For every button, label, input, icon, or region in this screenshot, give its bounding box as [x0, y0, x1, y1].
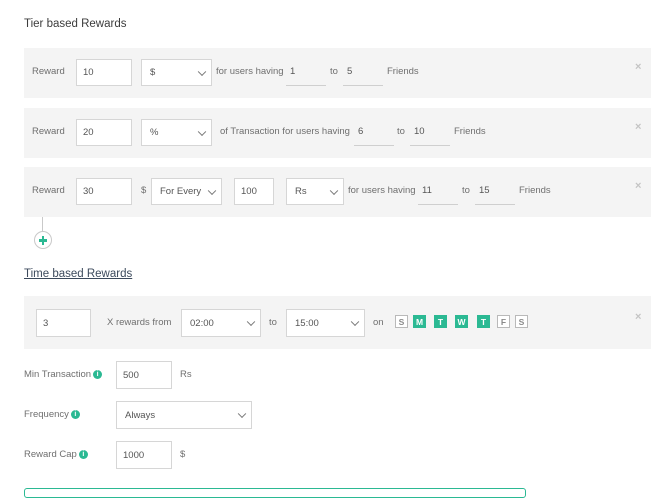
from-friends-input[interactable]: 11	[418, 180, 458, 205]
from-friends-input[interactable]: 6	[354, 121, 394, 146]
reward-cap-unit: $	[180, 449, 186, 460]
time-rewards-title[interactable]: Time based Rewards	[24, 268, 132, 280]
users-having-text: for users having	[216, 66, 284, 77]
chevron-down-icon	[329, 186, 339, 195]
per-value-input[interactable]: 100	[234, 178, 274, 205]
to-label: to	[462, 185, 470, 196]
reward-cap-text: Reward Cap	[24, 449, 77, 460]
tier-rewards-title: Tier based Rewards	[24, 18, 127, 30]
info-icon[interactable]: i	[70, 410, 80, 419]
min-transaction-label: Min Transaction i	[24, 369, 103, 380]
chevron-down-icon	[246, 317, 256, 327]
from-time-select[interactable]: 02:00	[181, 309, 261, 337]
chevron-down-icon	[197, 127, 207, 136]
frequency-label: Frequency i	[24, 409, 80, 420]
close-icon[interactable]: ×	[635, 121, 641, 133]
select-value: $	[150, 67, 156, 78]
to-time-select[interactable]: 15:00	[286, 309, 365, 337]
min-transaction-input[interactable]: 500	[116, 361, 172, 389]
select-value: 15:00	[295, 317, 319, 329]
for-every-select[interactable]: For Every	[151, 178, 222, 205]
add-tier-plus-icon[interactable]	[34, 231, 52, 249]
reward-unit-select[interactable]: $	[141, 59, 212, 86]
day-monday-toggle[interactable]: M	[413, 315, 426, 328]
users-having-text: for users having	[348, 185, 416, 196]
reward-label: Reward	[32, 185, 65, 196]
from-friends-input[interactable]: 1	[286, 61, 326, 86]
to-friends-input[interactable]: 5	[343, 61, 383, 86]
per-unit-select[interactable]: Rs	[286, 178, 344, 205]
select-value: %	[150, 127, 159, 138]
info-icon[interactable]: i	[93, 370, 103, 379]
day-thursday-toggle[interactable]: T	[477, 315, 490, 328]
close-icon[interactable]: ×	[635, 61, 641, 73]
to-label: to	[330, 66, 338, 77]
to-friends-input[interactable]: 10	[410, 121, 450, 146]
reward-label: Reward	[32, 126, 65, 137]
chevron-down-icon	[207, 186, 217, 195]
rewards-count-input[interactable]: 3	[36, 309, 91, 337]
close-icon[interactable]: ×	[635, 311, 641, 323]
reward-value-input[interactable]: 20	[76, 119, 132, 146]
reward-cap-input[interactable]: 1000	[116, 441, 172, 469]
select-value: Always	[125, 409, 156, 421]
select-value: Rs	[295, 186, 307, 197]
min-transaction-unit: Rs	[180, 369, 192, 380]
to-label: to	[397, 126, 405, 137]
select-value: 02:00	[190, 317, 214, 329]
info-icon[interactable]: i	[78, 450, 88, 459]
reward-cap-label: Reward Cap i	[24, 449, 88, 460]
day-friday-toggle[interactable]: F	[497, 315, 510, 328]
x-rewards-from-label: X rewards from	[107, 317, 172, 328]
day-tuesday-toggle[interactable]: T	[434, 315, 447, 328]
select-value: For Every	[160, 186, 202, 197]
bottom-panel-edge	[24, 488, 526, 498]
friends-label: Friends	[387, 66, 419, 77]
to-label: to	[269, 317, 277, 328]
reward-value-input[interactable]: 10	[76, 59, 132, 86]
transaction-users-having-text: of Transaction for users having	[220, 126, 350, 137]
day-saturday-toggle[interactable]: S	[515, 315, 528, 328]
chevron-down-icon	[197, 67, 207, 76]
reward-unit-select[interactable]: %	[141, 119, 212, 146]
currency-label: $	[141, 185, 147, 196]
close-icon[interactable]: ×	[635, 180, 641, 192]
frequency-select[interactable]: Always	[116, 401, 252, 429]
to-friends-input[interactable]: 15	[475, 180, 515, 205]
day-sunday-toggle[interactable]: S	[395, 315, 408, 328]
min-transaction-text: Min Transaction	[24, 369, 92, 380]
friends-label: Friends	[519, 185, 551, 196]
reward-label: Reward	[32, 66, 65, 77]
connector-line	[42, 217, 43, 231]
chevron-down-icon	[350, 317, 360, 327]
frequency-text: Frequency	[24, 409, 69, 420]
reward-value-input[interactable]: 30	[76, 178, 132, 205]
day-wednesday-toggle[interactable]: W	[455, 315, 468, 328]
friends-label: Friends	[454, 126, 486, 137]
chevron-down-icon	[237, 409, 247, 419]
on-label: on	[373, 317, 384, 328]
